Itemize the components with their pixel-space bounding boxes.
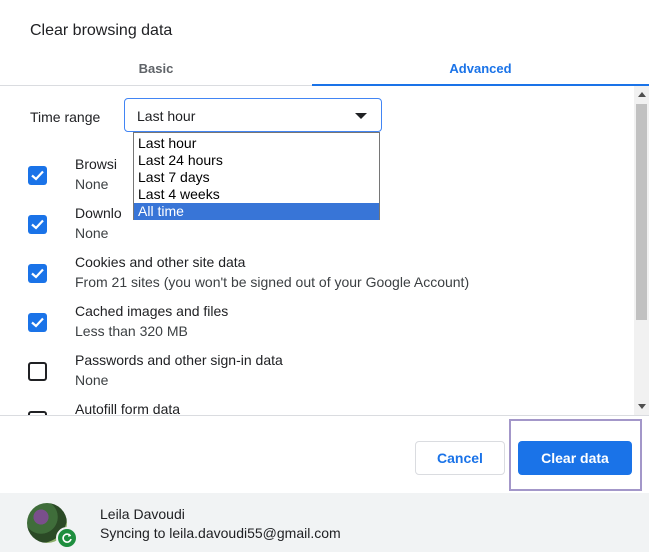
scroll-thumb[interactable] <box>636 104 647 320</box>
check-icon <box>31 219 44 230</box>
option-last-4-weeks[interactable]: Last 4 weeks <box>134 186 379 203</box>
item-title: Cached images and files <box>75 303 229 319</box>
tab-advanced[interactable]: Advanced <box>312 52 649 86</box>
time-range-select[interactable]: Last hour <box>124 98 382 132</box>
list-item-cached-images: Cached images and files Less than 320 MB <box>0 301 630 345</box>
cached-images-checkbox[interactable] <box>28 313 47 332</box>
options-scroll-area: Time range Last hour Last hour Last 24 h… <box>0 86 649 416</box>
account-footer: Leila Davoudi Syncing to leila.davoudi55… <box>0 493 649 552</box>
item-title: Autofill form data <box>75 401 181 416</box>
option-last-hour[interactable]: Last hour <box>134 135 379 152</box>
item-subtitle: From 21 sites (you won't be signed out o… <box>75 274 470 290</box>
option-last-24-hours[interactable]: Last 24 hours <box>134 152 379 169</box>
tab-basic[interactable]: Basic <box>0 52 312 86</box>
item-subtitle: Less than 320 MB <box>75 323 188 339</box>
download-history-checkbox[interactable] <box>28 215 47 234</box>
dialog-title: Clear browsing data <box>30 22 173 39</box>
check-icon <box>31 268 44 279</box>
scroll-down-icon[interactable] <box>638 404 646 409</box>
caret-down-icon <box>355 113 367 119</box>
cancel-button[interactable]: Cancel <box>415 441 505 475</box>
tab-bar: Basic Advanced <box>0 52 649 86</box>
item-title: Downlo <box>75 205 122 221</box>
time-range-label: Time range <box>30 109 101 125</box>
item-title: Browsi <box>75 156 118 172</box>
cookies-checkbox[interactable] <box>28 264 47 283</box>
option-last-7-days[interactable]: Last 7 days <box>134 169 379 186</box>
sync-icon <box>56 527 78 549</box>
item-subtitle: None <box>75 225 109 241</box>
time-range-dropdown: Last hour Last 24 hours Last 7 days Last… <box>133 132 380 220</box>
item-subtitle: None <box>75 372 109 388</box>
clear-data-button[interactable]: Clear data <box>518 441 632 475</box>
list-item-autofill: Autofill form data <box>0 399 630 416</box>
passwords-checkbox[interactable] <box>28 362 47 381</box>
check-icon <box>31 170 44 181</box>
list-item-passwords: Passwords and other sign-in data None <box>0 350 630 394</box>
check-icon <box>31 317 44 328</box>
item-title: Passwords and other sign-in data <box>75 352 283 368</box>
time-range-value: Last hour <box>137 108 196 124</box>
sync-status: Syncing to leila.davoudi55@gmail.com <box>100 525 341 541</box>
item-subtitle: None <box>75 176 109 192</box>
autofill-checkbox[interactable] <box>28 411 47 415</box>
scroll-up-icon[interactable] <box>638 92 646 97</box>
sync-arrows-icon <box>62 533 72 543</box>
browsing-history-checkbox[interactable] <box>28 166 47 185</box>
list-item-cookies: Cookies and other site data From 21 site… <box>0 252 630 296</box>
scrollbar[interactable] <box>634 86 649 415</box>
option-all-time[interactable]: All time <box>134 203 379 220</box>
account-name: Leila Davoudi <box>100 506 185 522</box>
item-title: Cookies and other site data <box>75 254 246 270</box>
